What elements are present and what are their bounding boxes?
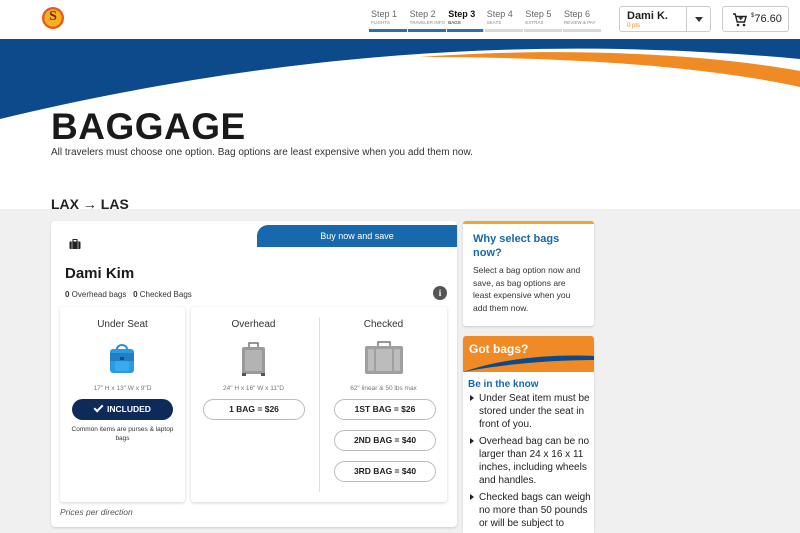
why-select-title: Why select bags now? — [473, 233, 560, 259]
cart-amount: 76.60 — [754, 13, 782, 25]
step-traveler-info[interactable]: Step 2 TRAVELER INFO — [408, 9, 447, 25]
step-title: Step 5 — [525, 9, 552, 19]
overhead-dimensions: 24" H x 16" W x 11"D — [223, 385, 284, 392]
checked-2nd-bag-button[interactable]: 2ND BAG = $40 — [334, 430, 436, 451]
step-sub: TRAVELER INFO — [409, 20, 446, 25]
checked-1st-bag-button[interactable]: 1ST BAG = $26 — [334, 399, 436, 420]
cart-total: $76.60 — [751, 13, 782, 25]
list-item: Overhead bag can be no larger than 24 x … — [469, 435, 593, 487]
included-label: INCLUDED — [107, 404, 151, 414]
traveler-baggage-card: Buy now and save Dami Kim 0 Overhead bag… — [51, 221, 457, 527]
overhead-title: Overhead — [231, 319, 276, 330]
step-sub: BAGS — [448, 20, 461, 25]
baggage-tips-list: Under Seat item must be stored under the… — [469, 392, 593, 533]
carry-on-bag-icon — [242, 342, 265, 376]
overhead-label: Overhead bags — [69, 290, 127, 299]
cart-button[interactable]: $76.60 — [722, 6, 789, 32]
backpack-icon — [110, 344, 134, 373]
user-name: Dami K. — [627, 10, 668, 22]
under-seat-note: Common items are purses & laptop bags — [71, 426, 174, 442]
checked-title: Checked — [363, 319, 404, 330]
info-icon[interactable]: i — [433, 286, 447, 300]
overhead-1-bag-button[interactable]: 1 BAG = $26 — [203, 399, 305, 420]
checked-suitcase-icon — [365, 341, 403, 374]
under-seat-title: Under Seat — [97, 319, 148, 330]
step-progress-fill — [369, 29, 483, 32]
got-bags-title: Got bags? — [469, 342, 529, 356]
step-title: Step 6 — [563, 9, 590, 19]
traveler-bag-summary: 0 Overhead bags 0 Checked Bags — [65, 290, 192, 299]
check-icon — [93, 402, 104, 413]
step-extras[interactable]: Step 5 EXTRAS — [523, 9, 562, 25]
top-bar: S Step 1 FLIGHTS Step 2 TRAVELER INFO St… — [0, 0, 800, 39]
step-sub: FLIGHTS — [371, 20, 391, 25]
checked-3rd-bag-button[interactable]: 3RD BAG = $40 — [334, 461, 436, 482]
step-title: Step 1 — [371, 9, 398, 19]
step-title: Step 4 — [486, 9, 513, 19]
prices-per-direction-note: Prices per direction — [60, 507, 133, 517]
step-title: Step 2 — [409, 9, 436, 19]
list-item: Under Seat item must be stored under the… — [469, 392, 593, 431]
user-points: 0 pts — [627, 23, 641, 29]
progress-tick — [523, 29, 524, 32]
why-select-body: Select a bag option now and save, as bag… — [473, 265, 581, 313]
logo-letter: S — [49, 9, 57, 24]
step-sub: EXTRAS — [525, 20, 544, 25]
route-heading: LAX → LAS — [51, 196, 129, 212]
buy-now-banner: Buy now and save — [257, 225, 457, 247]
cart-icon — [733, 13, 748, 27]
got-bags-panel: Got bags? Be in the know Under Seat item… — [463, 336, 594, 533]
step-progress: Step 1 FLIGHTS Step 2 TRAVELER INFO Step… — [369, 9, 601, 25]
step-seats[interactable]: Step 4 SEATS — [485, 9, 524, 25]
progress-tick — [407, 29, 408, 32]
step-progress-bar — [369, 29, 601, 32]
step-review-pay[interactable]: Step 6 REVIEW & PAY — [562, 9, 601, 25]
checked-dimensions: 62" linear & 50 lbs max — [350, 385, 417, 392]
progress-tick — [562, 29, 563, 32]
page-subtitle: All travelers must choose one option. Ba… — [51, 147, 473, 158]
under-seat-option: Under Seat 17" H x 13" W x 9"D INCLUDED … — [60, 307, 185, 502]
list-item: Checked bags can weigh no more than 50 p… — [469, 491, 593, 530]
arrow-right-icon: → — [82, 196, 97, 212]
luggage-icon — [69, 239, 81, 249]
step-sub: REVIEW & PAY — [563, 20, 596, 25]
step-flights[interactable]: Step 1 FLIGHTS — [369, 9, 408, 25]
route-destination: LAS — [100, 196, 129, 212]
step-title: Step 3 — [448, 9, 476, 19]
included-button[interactable]: INCLUDED — [72, 399, 173, 420]
chevron-down-icon[interactable] — [686, 7, 710, 31]
route-origin: LAX — [51, 196, 79, 212]
progress-tick — [446, 29, 447, 32]
under-seat-dimensions: 17" H x 13" W x 9"D — [93, 385, 152, 392]
sun-country-logo[interactable]: S — [42, 7, 64, 29]
traveler-name: Dami Kim — [65, 265, 135, 282]
page-title: BAGGAGE — [51, 106, 246, 147]
checked-label: Checked Bags — [137, 290, 192, 299]
why-select-bags-panel: Why select bags now? Select a bag option… — [463, 221, 594, 326]
step-sub: SEATS — [486, 20, 502, 25]
overhead-checked-options: Overhead 24" H x 16" W x 11"D 1 BAG = $2… — [191, 307, 447, 502]
progress-tick — [484, 29, 485, 32]
user-account-dropdown[interactable]: Dami K. 0 pts — [619, 6, 711, 32]
step-bags[interactable]: Step 3 BAGS — [446, 9, 485, 25]
option-divider — [319, 317, 320, 492]
be-in-the-know-title: Be in the know — [468, 379, 539, 390]
